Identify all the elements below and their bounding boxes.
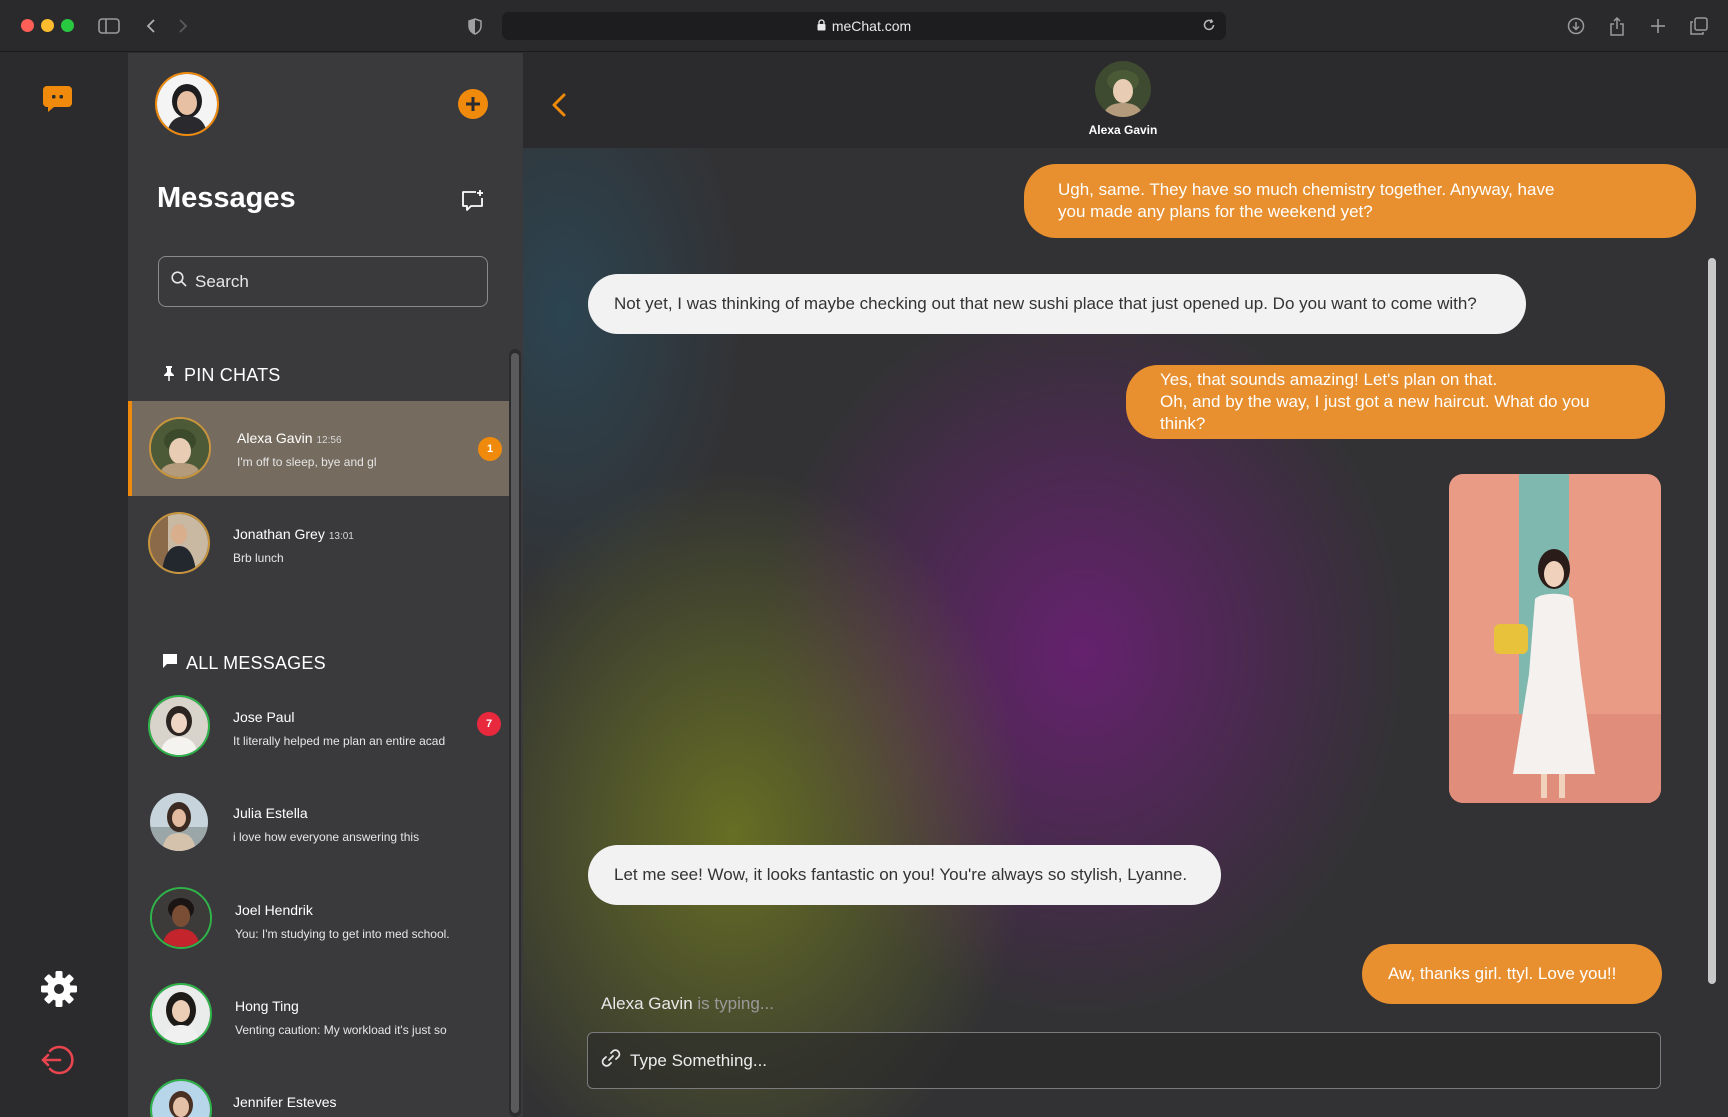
lock-icon <box>817 18 826 34</box>
page-title: Messages <box>157 182 296 214</box>
chat-item-jennifer-esteves[interactable]: Jennifer Esteves <box>128 1074 509 1117</box>
avatar <box>150 983 212 1045</box>
message-bubble-incoming: Let me see! Wow, it looks fantastic on y… <box>588 845 1221 905</box>
avatar <box>148 695 210 757</box>
contact-name: Alexa Gavin <box>1088 123 1158 137</box>
message-bubble-outgoing: Ugh, same. They have so much chemistry t… <box>1024 164 1696 238</box>
message-bubble-outgoing: Aw, thanks girl. ttyl. Love you!! <box>1362 944 1662 1004</box>
chat-name: Jonathan Grey 13:01 <box>233 526 354 542</box>
all-messages-section-header: ALL MESSAGES <box>162 653 326 674</box>
privacy-shield-icon[interactable] <box>462 13 488 39</box>
close-window-button[interactable] <box>21 19 34 32</box>
sidebar-toggle-icon[interactable] <box>96 13 122 39</box>
avatar <box>149 417 211 479</box>
forward-icon[interactable] <box>170 13 196 39</box>
chat-scrollbar[interactable] <box>1708 258 1716 984</box>
message-bubble-outgoing: Yes, that sounds amazing! Let's plan on … <box>1126 365 1665 439</box>
chat-item-julia-estella[interactable]: Julia Estella i love how everyone answer… <box>128 786 509 881</box>
message-bubble-incoming: Not yet, I was thinking of maybe checkin… <box>588 274 1526 334</box>
contact-avatar[interactable] <box>1095 61 1151 117</box>
compose-message-icon[interactable] <box>461 189 485 218</box>
search-icon <box>171 271 187 292</box>
browser-toolbar: meChat.com <box>0 0 1728 52</box>
message-input[interactable] <box>630 1050 1610 1071</box>
chat-name: Jennifer Esteves <box>233 1094 337 1110</box>
user-avatar[interactable] <box>155 72 219 136</box>
chat-header: Alexa Gavin <box>523 53 1728 148</box>
chat-time: 12:56 <box>316 435 342 446</box>
chat-item-jose-paul[interactable]: Jose Paul It literally helped me plan an… <box>128 690 509 785</box>
unread-badge: 1 <box>478 437 502 461</box>
avatar <box>150 1079 212 1117</box>
reload-icon[interactable] <box>1202 18 1216 35</box>
chat-name: Hong Ting <box>235 998 299 1014</box>
chat-name: Alexa Gavin 12:56 <box>237 430 342 446</box>
chat-pane: Alexa Gavin Ugh, same. They have so much… <box>523 53 1728 1117</box>
chat-name: Julia Estella <box>233 805 308 821</box>
chat-preview: Venting caution: My workload it's just s… <box>235 1023 447 1037</box>
chat-time: 13:01 <box>328 531 354 542</box>
chat-name: Jose Paul <box>233 709 295 725</box>
avatar <box>148 512 210 574</box>
address-bar[interactable]: meChat.com <box>502 12 1226 40</box>
sidebar-scrollbar-thumb[interactable] <box>511 353 519 1113</box>
chat-name: Joel Hendrik <box>235 902 313 918</box>
message-icon <box>162 653 178 674</box>
attachment-link-icon[interactable] <box>600 1047 622 1074</box>
chat-preview: Brb lunch <box>233 551 284 565</box>
pinned-heading: PIN CHATS <box>184 365 281 385</box>
back-icon[interactable] <box>138 13 164 39</box>
pin-icon <box>162 365 176 386</box>
chat-item-hong-ting[interactable]: Hong Ting Venting caution: My workload i… <box>128 978 509 1073</box>
downloads-icon[interactable] <box>1563 13 1589 39</box>
pinned-section-header: PIN CHATS <box>162 365 280 386</box>
add-chat-button[interactable] <box>458 89 488 124</box>
app-rail <box>0 53 128 1117</box>
chat-bubble-logo-icon[interactable] <box>42 85 73 118</box>
avatar <box>150 793 208 851</box>
search-box[interactable] <box>158 256 488 307</box>
chat-item-jonathan-grey[interactable]: Jonathan Grey 13:01 Brb lunch <box>128 497 509 592</box>
chat-preview: You: I'm studying to get into med school… <box>235 927 450 941</box>
chat-item-joel-hendrik[interactable]: Joel Hendrik You: I'm studying to get in… <box>128 882 509 977</box>
unread-badge: 7 <box>477 712 501 736</box>
conversations-sidebar: Messages PIN CHATS Alexa Gavin12:56 I'm … <box>128 53 523 1117</box>
image-message[interactable] <box>1449 474 1661 803</box>
logout-icon[interactable] <box>40 1043 76 1082</box>
gear-icon[interactable] <box>40 970 78 1013</box>
chat-item-alexa-gavin[interactable]: Alexa Gavin 12:56 I'm off to sleep, bye a… <box>128 401 509 496</box>
zoom-window-button[interactable] <box>61 19 74 32</box>
message-composer[interactable] <box>587 1032 1661 1089</box>
chat-preview: It literally helped me plan an entire ac… <box>233 734 446 748</box>
all-messages-heading: ALL MESSAGES <box>186 653 326 673</box>
share-icon[interactable] <box>1604 13 1630 39</box>
avatar <box>150 887 212 949</box>
url-text: meChat.com <box>831 18 912 34</box>
tab-overview-icon[interactable] <box>1686 13 1712 39</box>
search-input[interactable] <box>195 271 475 292</box>
typing-indicator: Alexa Gavin is typing... <box>601 994 774 1013</box>
back-arrow-icon[interactable] <box>552 93 566 122</box>
chat-preview: i love how everyone answering this <box>233 830 420 844</box>
chat-preview: I'm off to sleep, bye and gl <box>237 455 377 469</box>
minimize-window-button[interactable] <box>41 19 54 32</box>
new-tab-icon[interactable] <box>1645 13 1671 39</box>
